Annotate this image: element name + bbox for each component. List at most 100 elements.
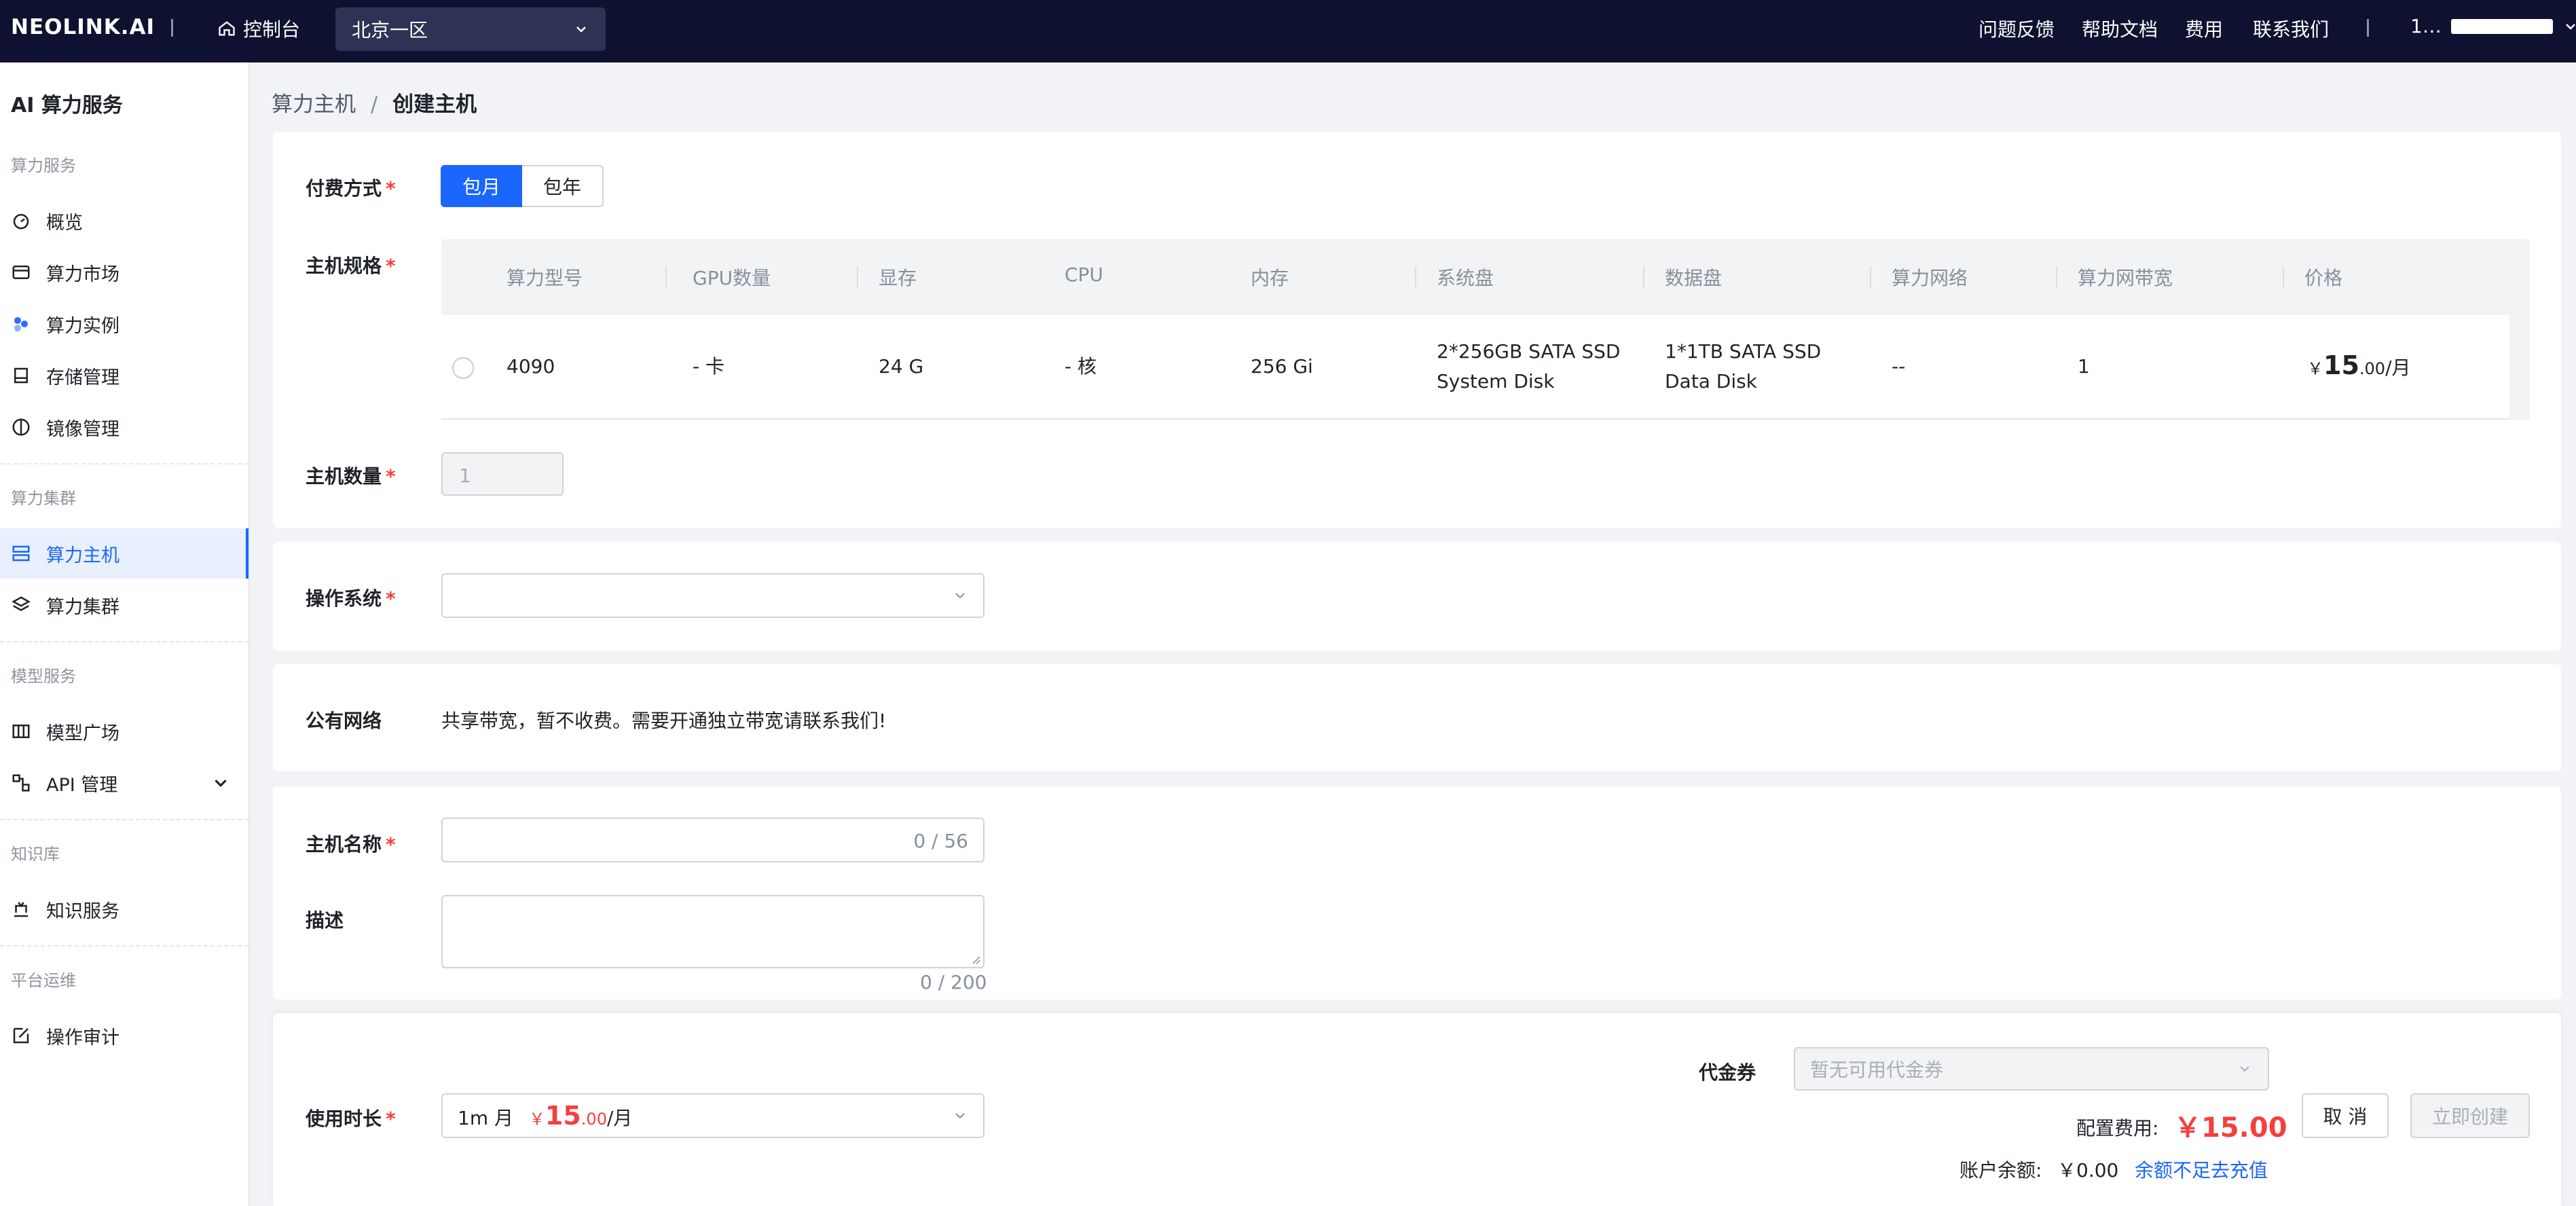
console-link[interactable]: 控制台 [217, 15, 300, 42]
chevron-down-icon [2565, 23, 2575, 30]
sidebar-group-compute: 算力服务 [11, 156, 76, 175]
sidebar-item-label: 算力市场 [46, 263, 119, 285]
cell-gpu: - 卡 [693, 355, 725, 378]
divider [0, 463, 249, 464]
create-button[interactable]: 立即创建 [2410, 1093, 2530, 1138]
public-net-text: 共享带宽，暂不收费。需要开通独立带宽请联系我们! [441, 710, 887, 732]
fee-label: 配置费用: [2076, 1117, 2159, 1139]
sidebar-item-storage[interactable]: 存储管理 [0, 350, 249, 401]
col-bandwidth: 算力网带宽 [2078, 267, 2173, 289]
divider [1870, 266, 1871, 288]
desc-label: 描述 [306, 909, 344, 932]
voucher-select[interactable]: 暂无可用代金券 [1794, 1047, 2269, 1091]
divider [1643, 266, 1644, 288]
quantity-input[interactable]: 1 [441, 452, 564, 496]
cancel-button[interactable]: 取 消 [2302, 1093, 2389, 1138]
divider [1415, 266, 1416, 288]
divider [2367, 19, 2369, 37]
region-select[interactable]: 北京一区 [335, 7, 606, 51]
table-header: 算力型号 GPU数量 显存 CPU 内存 系统盘 数据盘 算力网络 算力网带宽 … [441, 239, 2530, 315]
fee-value: ￥15.00 [2174, 1112, 2287, 1144]
quantity-label: 主机数量 * [306, 465, 396, 488]
nav-feedback[interactable]: 问题反馈 [1979, 15, 2055, 42]
cell-network: -- [1892, 355, 1906, 378]
region-value: 北京一区 [352, 19, 428, 41]
nav-contact[interactable]: 联系我们 [2253, 15, 2329, 42]
nav-help-docs[interactable]: 帮助文档 [2082, 15, 2158, 42]
cluster-icon [14, 317, 28, 332]
col-price: 价格 [2304, 267, 2343, 289]
sidebar-item-model-square[interactable]: 模型广场 [0, 706, 249, 756]
billing-monthly-option[interactable]: 包月 [441, 165, 522, 207]
store-icon [12, 266, 30, 279]
col-datadisk: 数据盘 [1665, 267, 1723, 289]
user-menu[interactable]: 1… [2410, 15, 2576, 37]
cell-model: 4090 [507, 355, 555, 378]
sidebar-item-instances[interactable]: 算力实例 [0, 299, 249, 349]
chevron-down-icon [955, 593, 965, 599]
resize-handle-icon[interactable] [971, 955, 980, 964]
sidebar-item-audit[interactable]: 操作审计 [0, 1010, 249, 1061]
edit-icon [13, 1027, 29, 1044]
chevron-down-icon [215, 780, 227, 787]
sidebar-item-images[interactable]: 镜像管理 [0, 402, 249, 452]
col-vram: 显存 [879, 267, 917, 289]
desc-textarea[interactable] [441, 895, 985, 968]
os-select[interactable] [441, 573, 985, 618]
breadcrumb-parent[interactable]: 算力主机 [272, 92, 356, 117]
table-scrollbar[interactable] [2509, 315, 2530, 420]
sidebar-item-label: 存储管理 [46, 367, 119, 388]
sidebar-item-label: 算力集群 [46, 596, 119, 618]
duration-value: 1m 月 ￥15.00/月 [458, 1101, 633, 1131]
cell-sysdisk: 2*256GB SATA SSD System Disk [1437, 340, 1621, 392]
divider [0, 945, 249, 947]
cell-mem: 256 Gi [1251, 355, 1313, 378]
sidebar-item-market[interactable]: 算力市场 [0, 247, 249, 297]
sidebar-item-api[interactable]: API 管理 [0, 758, 249, 808]
voucher-placeholder: 暂无可用代金券 [1810, 1059, 1944, 1081]
sidebar-item-label: 知识服务 [46, 900, 119, 922]
row-radio[interactable] [452, 357, 474, 379]
spec-table: 算力型号 GPU数量 显存 CPU 内存 系统盘 数据盘 算力网络 算力网带宽 … [441, 239, 2530, 420]
server-icon [12, 545, 30, 562]
sidebar-group-model: 模型服务 [11, 667, 76, 686]
divider [2056, 266, 2057, 288]
sidebar-item-hosts[interactable]: 算力主机 [0, 528, 249, 579]
balance-value: ￥0.00 [2057, 1159, 2119, 1182]
balance-label: 账户余额: [1959, 1159, 2042, 1182]
host-name-counter: 0 / 56 [913, 830, 968, 852]
desc-counter: 0 / 200 [920, 971, 987, 993]
duration-select[interactable]: 1m 月 ￥15.00/月 [441, 1093, 985, 1138]
console-label: 控制台 [243, 18, 301, 41]
sidebar-item-overview[interactable]: 概览 [0, 196, 249, 246]
public-net-label: 公有网络 [306, 710, 382, 732]
cell-vram: 24 G [879, 355, 924, 378]
logo[interactable]: NEOLINK.AI [11, 15, 155, 39]
cell-price: ￥15.00/月 [2307, 350, 2411, 380]
sidebar-group-cluster: 算力集群 [11, 489, 76, 508]
divider [2283, 266, 2284, 288]
col-sysdisk: 系统盘 [1437, 267, 1494, 289]
sidebar-item-label: 镜像管理 [46, 418, 119, 440]
os-label: 操作系统 * [306, 587, 396, 610]
host-name-input[interactable]: 0 / 56 [441, 818, 985, 862]
redacted-user [2450, 18, 2553, 34]
table-row[interactable]: 4090 - 卡 24 G - 核 256 Gi 2*256GB SATA SS… [441, 315, 2530, 420]
user-name: 1… [2410, 15, 2442, 37]
nav-billing[interactable]: 费用 [2185, 15, 2223, 42]
sidebar-item-label: 概览 [46, 212, 83, 234]
sidebar-item-knowledge[interactable]: 知识服务 [0, 884, 249, 934]
recharge-link[interactable]: 余额不足去充值 [2135, 1156, 2268, 1183]
duration-label: 使用时长 * [306, 1108, 396, 1130]
billing-toggle: 包月 包年 [441, 165, 604, 207]
sidebar-item-clusters[interactable]: 算力集群 [0, 580, 249, 630]
divider [0, 641, 249, 642]
breadcrumb: 算力主机 / 创建主机 [272, 87, 477, 117]
billing-yearly-option[interactable]: 包年 [522, 165, 604, 207]
chevron-down-icon [2240, 1066, 2249, 1072]
billing-label: 付费方式 * [306, 177, 396, 200]
sidebar-group-ops: 平台运维 [11, 971, 76, 990]
image-icon [12, 418, 30, 436]
divider [665, 266, 667, 288]
divider [0, 819, 249, 820]
